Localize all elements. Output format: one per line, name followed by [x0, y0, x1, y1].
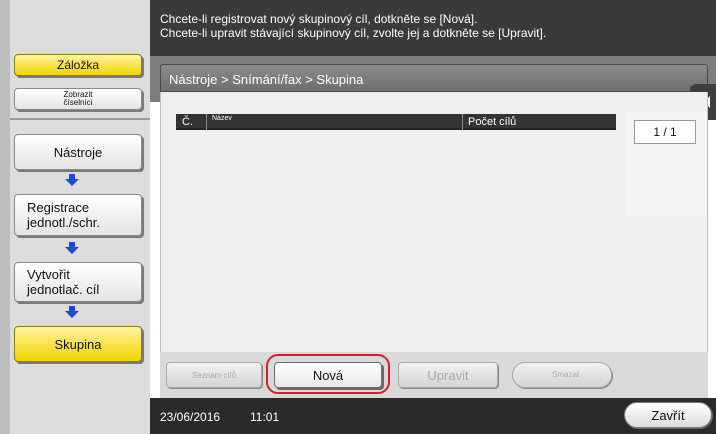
delete-button[interactable]: Smazat: [512, 362, 612, 388]
instruction-text: Chcete-li registrovat nový skupinový cíl…: [160, 12, 478, 26]
edit-button-label: Upravit: [427, 367, 469, 383]
sidebar-step-group-label: Skupina: [54, 336, 102, 352]
new-button-highlight: [266, 354, 390, 394]
sidebar-divider: [10, 118, 150, 120]
sidebar-step-create-target-label: Vytvořit jednotlač. cíl: [27, 267, 100, 297]
date-display: 23/06/2016: [160, 410, 221, 424]
time-display: 11:01: [250, 410, 280, 424]
column-header-count: Počet cílů: [468, 116, 517, 128]
sidebar-step-registration[interactable]: Registrace jednotl./schr.: [14, 194, 142, 236]
bookmark-label: Záložka: [56, 57, 100, 72]
table-header: Č. Název Počet cílů: [176, 114, 616, 130]
arrow-down-icon: [65, 242, 79, 254]
sidebar-step-tools[interactable]: Nástroje: [14, 134, 142, 170]
page-indicator: 1 / 1: [634, 120, 696, 144]
close-button[interactable]: Zavřít: [624, 402, 712, 428]
close-button-label: Zavřít: [651, 407, 685, 423]
breadcrumb: Nástroje > Snímání/fax > Skupina: [160, 64, 708, 92]
instruction-text: Chcete-li upravit stávající skupinový cí…: [160, 26, 547, 40]
show-keypad-label: Zobrazit číselníci: [63, 90, 93, 107]
show-keypad-button[interactable]: Zobrazit číselníci: [14, 88, 142, 110]
target-list-label: Seznam cílů: [191, 370, 237, 380]
column-divider: [206, 114, 207, 130]
edit-button[interactable]: Upravit: [398, 362, 498, 388]
target-list-button[interactable]: Seznam cílů: [166, 362, 262, 388]
arrow-down-icon: [65, 174, 79, 186]
column-header-name-label: Název: [212, 115, 232, 122]
column-header-number: Č.: [182, 116, 193, 128]
sidebar-step-registration-label: Registrace jednotl./schr.: [27, 200, 100, 230]
bookmark-button[interactable]: Záložka: [14, 54, 142, 76]
column-header-name: Název: [212, 115, 236, 131]
arrow-down-icon: [65, 306, 79, 318]
sidebar-edge: [0, 0, 10, 434]
sidebar-step-tools-label: Nástroje: [53, 144, 103, 160]
delete-button-label: Smazat: [552, 370, 580, 379]
sidebar-step-group[interactable]: Skupina: [14, 326, 142, 362]
sidebar-step-create-target[interactable]: Vytvořit jednotlač. cíl: [14, 262, 142, 302]
column-divider: [462, 114, 463, 130]
